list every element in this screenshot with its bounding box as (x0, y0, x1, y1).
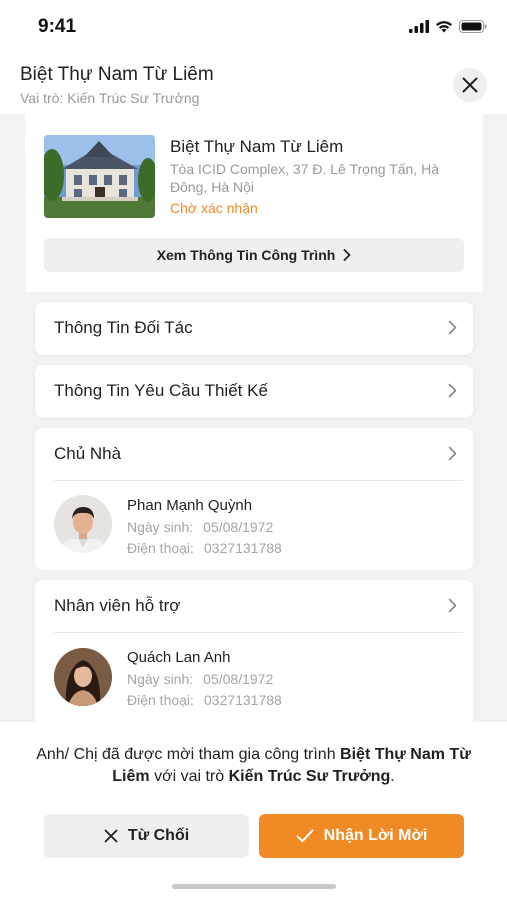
partner-info-row[interactable]: Thông Tin Đối Tác (35, 302, 473, 355)
phone-label: Điện thoại: (127, 692, 194, 708)
phone-label: Điện thoại: (127, 540, 194, 556)
signal-icon (409, 20, 429, 33)
status-bar: 9:41 (0, 0, 507, 56)
reject-label: Từ Chối (127, 827, 190, 844)
dob-label: Ngày sinh: (127, 519, 194, 535)
project-image (44, 135, 155, 218)
project-card: Biệt Thự Nam Từ Liêm Tòa ICID Complex, 3… (25, 114, 483, 292)
status-time: 9:41 (38, 16, 77, 37)
chevron-right-icon (448, 383, 457, 398)
invite-text-prefix: Anh/ Chị đã được mời tham gia công trình (36, 746, 341, 763)
avatar (54, 495, 112, 553)
support-header[interactable]: Nhân viên hỗ trợ (35, 580, 473, 632)
chevron-right-icon (343, 249, 351, 261)
project-address: Tòa ICID Complex, 37 Đ. Lê Trọng Tấn, Hà… (170, 161, 439, 195)
invite-message: Anh/ Chị đã được mời tham gia công trình… (20, 744, 487, 788)
invite-role: Kiến Trúc Sư Trưởng (228, 768, 391, 785)
dob-label: Ngày sinh: (127, 671, 194, 687)
chevron-right-icon (448, 446, 457, 461)
phone-value: 0327131788 (203, 692, 282, 708)
view-project-button[interactable]: Xem Thông Tin Công Trình (44, 238, 464, 272)
staff-phone: Điện thoại: 0327131788 (127, 692, 282, 708)
partner-info-label: Thông Tin Đối Tác (54, 318, 193, 337)
owner-section-title: Chủ Nhà (54, 444, 122, 463)
phone-value: 0327131788 (203, 540, 282, 556)
header: Biệt Thự Nam Từ Liêm Vai trò: Kiến Trúc … (0, 56, 507, 114)
chevron-right-icon (448, 598, 457, 613)
owner-dob: Ngày sinh: 05/08/1972 (127, 519, 273, 535)
accept-button[interactable]: Nhận Lời Mời (259, 814, 464, 858)
status-icons (409, 20, 487, 33)
page-title: Biệt Thự Nam Từ Liêm (20, 64, 214, 85)
dob-value: 05/08/1972 (203, 519, 274, 535)
close-icon (104, 829, 118, 843)
divider (54, 480, 463, 481)
close-button[interactable] (453, 68, 487, 102)
invite-text-suffix: . (390, 768, 395, 785)
project-name: Biệt Thự Nam Từ Liêm (170, 137, 344, 156)
reject-button[interactable]: Từ Chối (44, 814, 249, 858)
battery-icon (459, 20, 487, 33)
owner-phone: Điện thoại: 0327131788 (127, 540, 282, 556)
staff-name: Quách Lan Anh (127, 649, 231, 666)
wifi-icon (436, 21, 452, 33)
design-request-label: Thông Tin Yêu Cầu Thiết Kế (54, 381, 268, 400)
support-staff-card: Nhân viên hỗ trợ Quách Lan Anh Ngày sinh… (35, 580, 473, 730)
accept-label: Nhận Lời Mời (323, 827, 428, 844)
status-badge: Chờ xác nhận (170, 200, 258, 216)
invite-sheet: Anh/ Chị đã được mời tham gia công trình… (0, 722, 507, 900)
support-section-title: Nhân viên hỗ trợ (54, 596, 181, 615)
view-project-label: Xem Thông Tin Công Trình (156, 247, 336, 263)
close-icon (462, 77, 478, 93)
checkmark-icon (296, 829, 314, 842)
dob-value: 05/08/1972 (203, 671, 274, 687)
owner-card: Chủ Nhà Phan Mạnh Quỳnh Ngày sinh: 05/08/… (35, 428, 473, 570)
home-indicator (172, 884, 336, 889)
staff-dob: Ngày sinh: 05/08/1972 (127, 671, 273, 687)
owner-name: Phan Mạnh Quỳnh (127, 497, 253, 514)
chevron-right-icon (448, 320, 457, 335)
divider (54, 632, 463, 633)
role-subtitle: Vai trò: Kiến Trúc Sư Trưởng (20, 90, 200, 106)
avatar (54, 648, 112, 706)
owner-header[interactable]: Chủ Nhà (35, 428, 473, 480)
invite-text-middle: với vai trò (149, 768, 229, 785)
design-request-row[interactable]: Thông Tin Yêu Cầu Thiết Kế (35, 365, 473, 418)
